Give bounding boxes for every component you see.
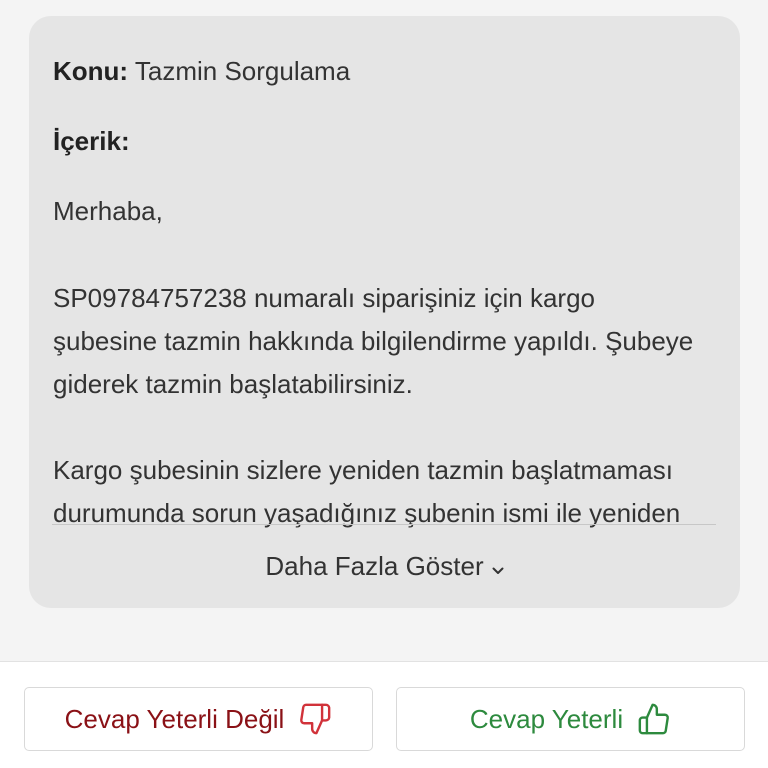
screen: Konu: Tazmin Sorgulama İçerik: Merhaba, … (0, 0, 768, 768)
answer-not-sufficient-button[interactable]: Cevap Yeterli Değil (24, 687, 373, 751)
content-label: İçerik: (53, 126, 130, 156)
answer-not-sufficient-label: Cevap Yeterli Değil (64, 703, 285, 734)
paragraph-line: SP09784757238 numaralı siparişiniz için … (53, 283, 595, 313)
thumbs-up-icon (637, 702, 671, 736)
thumbs-down-icon (298, 702, 332, 736)
show-more-label: Daha Fazla Göster (265, 551, 484, 581)
feedback-bar: Cevap Yeterli Değil Cevap Yeterli (0, 661, 768, 768)
paragraph-line: giderek tazmin başlatabilirsiniz. (53, 369, 413, 399)
subject-label: Konu: (53, 56, 129, 86)
answer-sufficient-button[interactable]: Cevap Yeterli (396, 687, 745, 751)
message-card: Konu: Tazmin Sorgulama İçerik: Merhaba, … (29, 16, 740, 608)
content-label-line: İçerik: (53, 120, 716, 163)
greeting: Merhaba, (53, 196, 163, 226)
paragraph-line: durumunda sorun yaşadığınız şubenin ismi… (53, 498, 681, 528)
chevron-down-icon (492, 546, 504, 586)
paragraph-line: şubesine tazmin hakkında bilgilendirme y… (53, 326, 694, 356)
divider (52, 524, 716, 525)
answer-sufficient-label: Cevap Yeterli (469, 703, 624, 734)
subject-line: Konu: Tazmin Sorgulama (53, 50, 716, 93)
subject-value: Tazmin Sorgulama (134, 56, 351, 86)
show-more-button[interactable]: Daha Fazla Göster (29, 546, 740, 586)
paragraph-line: Kargo şubesinin sizlere yeniden tazmin b… (53, 455, 673, 485)
